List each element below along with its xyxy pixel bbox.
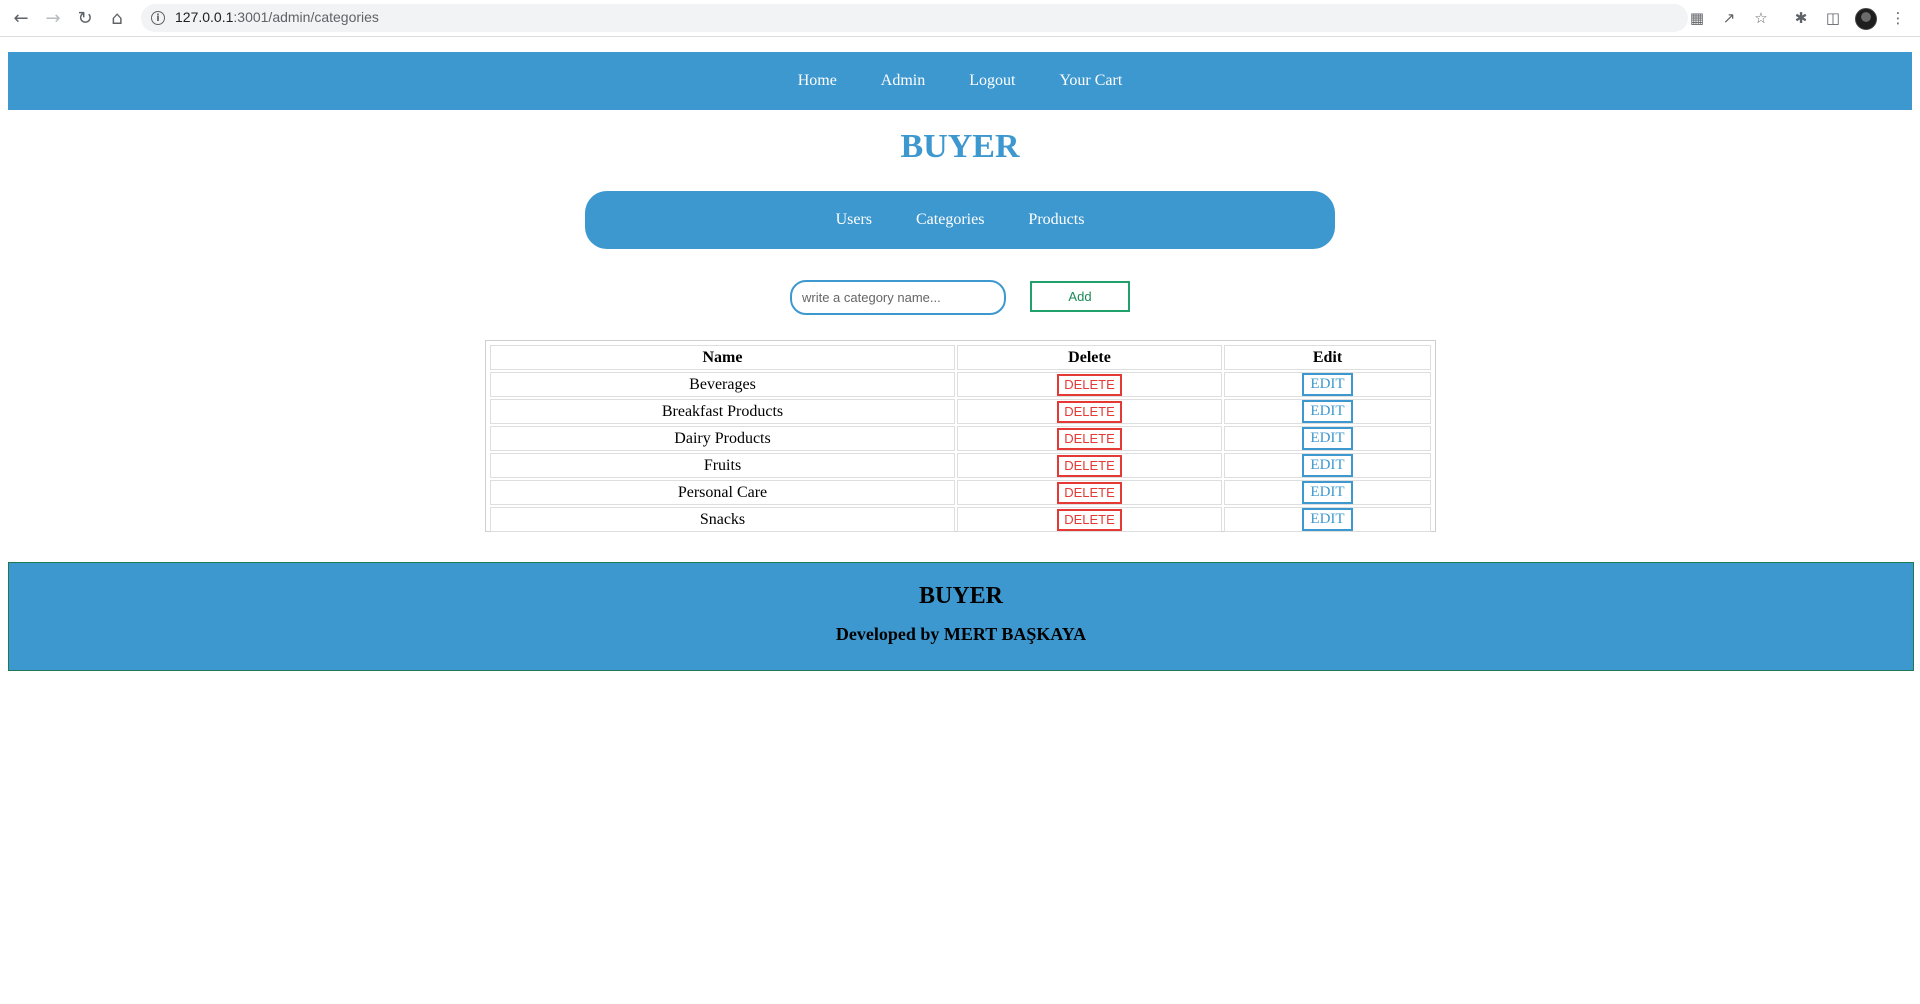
site-footer: BUYER Developed by MERT BAŞKAYA	[8, 562, 1914, 671]
page-title: BUYER	[900, 128, 1020, 165]
delete-button[interactable]: DELETE	[1057, 400, 1122, 423]
admin-nav-categories[interactable]: Categories	[894, 211, 1006, 229]
edit-button[interactable]: EDIT	[1302, 400, 1353, 423]
table-row: Snacks DELETE EDIT	[490, 507, 1431, 532]
footer-title: BUYER	[918, 583, 1003, 609]
edit-button[interactable]: EDIT	[1302, 454, 1353, 477]
nav-admin-link[interactable]: Admin	[859, 72, 947, 90]
category-name: Beverages	[490, 372, 955, 397]
edit-button[interactable]: EDIT	[1302, 427, 1353, 450]
browser-toolbar: ← → ↻ ⌂ i 127.0.0.1:3001/admin/categorie…	[0, 0, 1920, 37]
site-info-icon[interactable]: i	[151, 11, 165, 25]
edit-button[interactable]: EDIT	[1302, 508, 1353, 531]
table-row: Beverages DELETE EDIT	[490, 372, 1431, 397]
category-name: Dairy Products	[490, 426, 955, 451]
table-row: Personal Care DELETE EDIT	[490, 480, 1431, 505]
table-row: Breakfast Products DELETE EDIT	[490, 399, 1431, 424]
back-icon[interactable]: ←	[10, 7, 32, 29]
column-header-name: Name	[490, 345, 955, 370]
column-header-delete: Delete	[957, 345, 1222, 370]
category-name-input[interactable]	[790, 280, 1006, 315]
column-header-edit: Edit	[1224, 345, 1431, 370]
edit-button[interactable]: EDIT	[1302, 373, 1353, 396]
bookmark-star-icon[interactable]: ☆	[1750, 7, 1772, 29]
add-category-button[interactable]: Add	[1030, 281, 1130, 312]
delete-button[interactable]: DELETE	[1057, 427, 1122, 450]
categories-table: Name Delete Edit Beverages DELETE EDIT B…	[485, 340, 1436, 532]
category-name: Personal Care	[490, 480, 955, 505]
extensions-icon[interactable]: ✱	[1790, 7, 1812, 29]
nav-home-link[interactable]: Home	[776, 72, 859, 90]
table-row: Dairy Products DELETE EDIT	[490, 426, 1431, 451]
category-name: Snacks	[490, 507, 955, 532]
home-icon[interactable]: ⌂	[106, 7, 128, 29]
reload-icon[interactable]: ↻	[74, 7, 96, 29]
delete-button[interactable]: DELETE	[1057, 454, 1122, 477]
table-header-row: Name Delete Edit	[490, 345, 1431, 370]
menu-kebab-icon[interactable]: ⋮	[1887, 7, 1909, 29]
category-name: Breakfast Products	[490, 399, 955, 424]
delete-button[interactable]: DELETE	[1057, 481, 1122, 504]
translate-icon[interactable]: ▦	[1686, 7, 1708, 29]
footer-credit: Developed by MERT BAŞKAYA	[835, 624, 1087, 644]
admin-nav-products[interactable]: Products	[1006, 211, 1106, 229]
category-name: Fruits	[490, 453, 955, 478]
delete-button[interactable]: DELETE	[1057, 373, 1122, 396]
profile-avatar[interactable]	[1855, 8, 1877, 30]
nav-logout-link[interactable]: Logout	[947, 72, 1037, 90]
admin-nav-users[interactable]: Users	[814, 211, 894, 229]
table-row: Fruits DELETE EDIT	[490, 453, 1431, 478]
share-icon[interactable]: ↗	[1718, 7, 1740, 29]
admin-nav: Users Categories Products	[585, 191, 1335, 249]
forward-icon[interactable]: →	[42, 7, 64, 29]
url-text[interactable]: 127.0.0.1:3001/admin/categories	[175, 9, 379, 25]
side-panel-icon[interactable]: ◫	[1822, 7, 1844, 29]
top-nav: Home Admin Logout Your Cart	[8, 52, 1912, 110]
edit-button[interactable]: EDIT	[1302, 481, 1353, 504]
delete-button[interactable]: DELETE	[1057, 508, 1122, 531]
nav-cart-link[interactable]: Your Cart	[1037, 72, 1144, 90]
